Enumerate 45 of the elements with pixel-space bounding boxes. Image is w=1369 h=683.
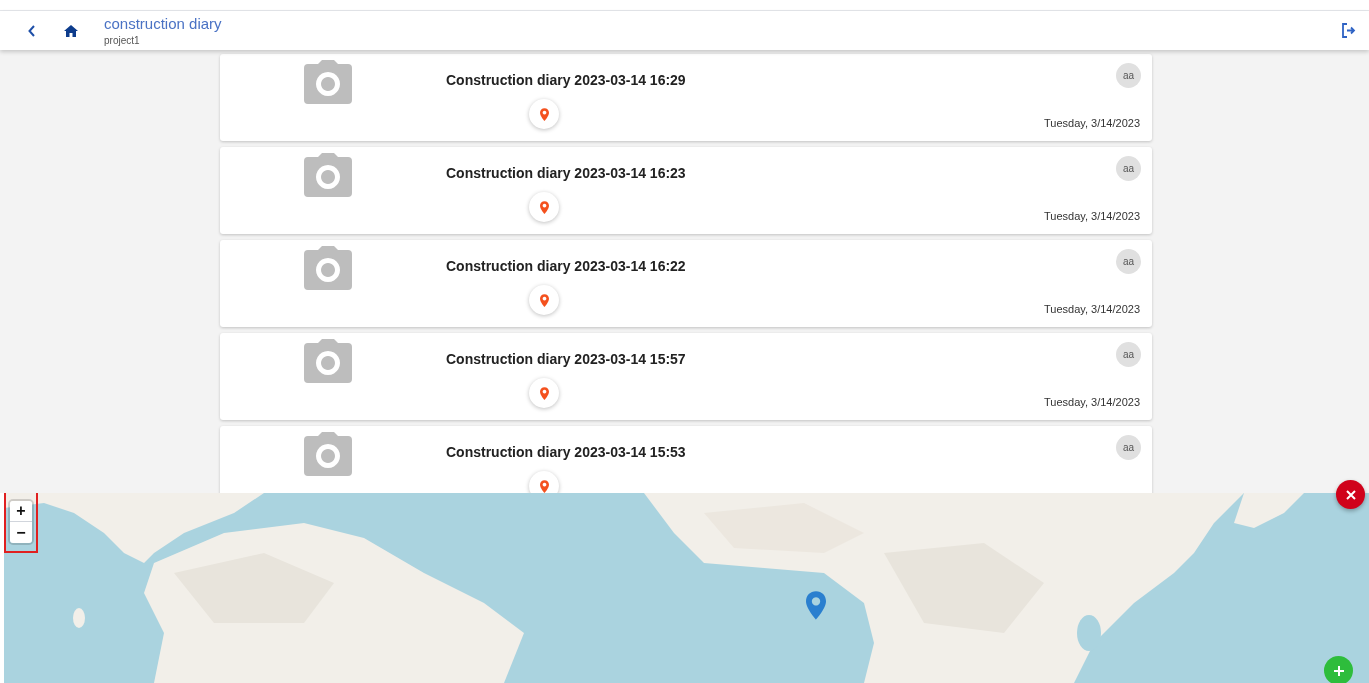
zoom-in-button[interactable]: +	[10, 501, 32, 522]
entry-date: Tuesday, 3/14/2023	[1044, 208, 1140, 224]
author-avatar: aa	[1116, 156, 1141, 181]
entry-title: Construction diary 2023-03-14 15:53	[446, 443, 687, 461]
location-button[interactable]	[529, 99, 559, 129]
author-avatar: aa	[1116, 249, 1141, 274]
plus-icon	[1333, 665, 1344, 676]
location-button[interactable]	[529, 471, 559, 493]
location-button[interactable]	[529, 192, 559, 222]
location-pin-icon	[539, 107, 549, 121]
camera-icon	[303, 432, 352, 476]
entry-date: Tuesday, 3/14/2023	[1044, 115, 1140, 131]
entry-date: Tuesday, 3/14/2023	[1044, 394, 1140, 410]
map-marker-icon	[806, 591, 826, 620]
camera-icon	[303, 60, 352, 104]
diary-entry-card[interactable]: Construction diary 2023-03-14 16:23 aa Tuesday, 3/14/2023	[220, 147, 1152, 234]
diary-entry-card[interactable]: Construction diary 2023-03-14 16:29 aa Tuesday, 3/14/2023	[220, 54, 1152, 141]
logout-icon	[1340, 23, 1356, 38]
author-avatar: aa	[1116, 342, 1141, 367]
location-pin-icon	[539, 386, 549, 400]
camera-icon	[303, 339, 352, 383]
location-button[interactable]	[529, 378, 559, 408]
diary-entry-card[interactable]: Construction diary 2023-03-14 15:57 aa Tuesday, 3/14/2023	[220, 333, 1152, 420]
entry-title: Construction diary 2023-03-14 16:23	[446, 164, 687, 182]
diary-entry-card[interactable]: Construction diary 2023-03-14 15:53 aa	[220, 426, 1152, 493]
location-pin-icon	[539, 293, 549, 307]
entry-title: Construction diary 2023-03-14 16:29	[446, 71, 687, 89]
camera-icon	[303, 153, 352, 197]
project-name: project1	[104, 33, 141, 48]
camera-icon	[303, 246, 352, 290]
location-pin-icon	[539, 200, 549, 214]
entry-title: Construction diary 2023-03-14 15:57	[446, 350, 687, 368]
entry-date: Tuesday, 3/14/2023	[1044, 301, 1140, 317]
logout-button[interactable]	[1339, 21, 1357, 40]
entry-title: Construction diary 2023-03-14 16:22	[446, 257, 687, 275]
author-avatar: aa	[1116, 63, 1141, 88]
chevron-left-icon	[28, 24, 36, 37]
location-button[interactable]	[529, 285, 559, 315]
author-avatar: aa	[1116, 435, 1141, 460]
diary-entry-card[interactable]: Construction diary 2023-03-14 16:22 aa Tuesday, 3/14/2023	[220, 240, 1152, 327]
zoom-out-button[interactable]: −	[10, 522, 32, 543]
page-title: construction diary	[104, 13, 222, 33]
location-pin-icon	[539, 479, 549, 493]
close-icon	[1345, 489, 1356, 500]
home-icon	[64, 24, 78, 37]
